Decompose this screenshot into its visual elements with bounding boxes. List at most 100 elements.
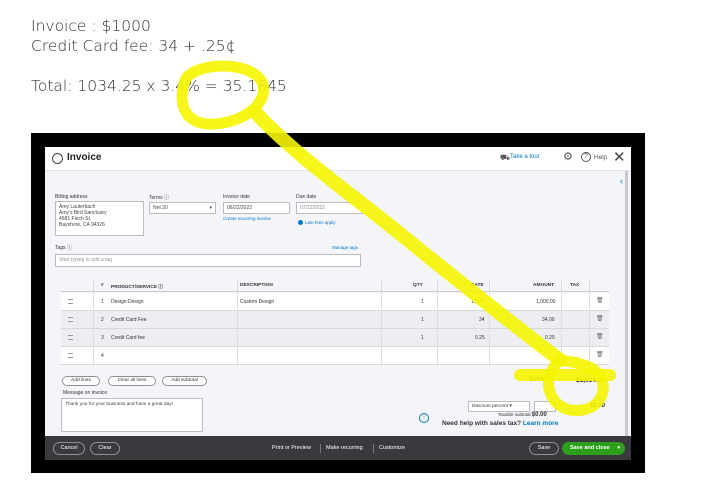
terms-select[interactable]: Net 30 ▾ <box>149 202 216 214</box>
add-lines-button[interactable]: Add lines <box>62 376 100 386</box>
notes-text: Invoice : $1000 Credit Card fee: 34 + .2… <box>31 16 287 96</box>
note-total: Total: 1034.25 x 3.4% = 35.1645 <box>31 77 287 95</box>
column-divider <box>93 280 94 367</box>
tour-icon: ⛟ <box>500 153 511 162</box>
column-divider <box>437 280 438 367</box>
trash-icon[interactable]: 🗑 <box>596 333 604 340</box>
terms-label: Terms ⓘ <box>149 195 170 201</box>
help-link[interactable]: Help <box>594 154 607 161</box>
invoice-window: Invoice ⛟ Take a tour ⚙ ? Help ✕ ‹ Billi… <box>45 147 631 460</box>
line-items-table: # PRODUCT/SERVICE ⓘ DESCRIPTION QTY RATE… <box>61 280 609 367</box>
chevron-down-icon: ▾ <box>209 205 212 211</box>
col-tax: TAX <box>570 283 580 288</box>
history-icon[interactable] <box>52 153 63 164</box>
make-recurring-button[interactable]: Make recurring <box>326 445 363 451</box>
trash-icon[interactable]: 🗑 <box>596 315 604 322</box>
title-bar: Invoice ⛟ Take a tour ⚙ ? Help ✕ <box>45 147 631 171</box>
row-qty[interactable]: 1 <box>421 299 424 305</box>
close-icon[interactable]: ✕ <box>613 148 626 166</box>
table-row[interactable]: 2 Credit Card Fee 1 34 34.00 🗑 <box>61 311 609 329</box>
col-rate: RATE <box>471 283 484 288</box>
clear-all-lines-button[interactable]: Clear all lines <box>108 376 156 386</box>
note-credit-card-fee: Credit Card fee: 34 + .25¢ <box>31 37 236 55</box>
footer-divider <box>320 444 321 453</box>
customize-button[interactable]: Customize <box>379 445 405 451</box>
row-rate[interactable]: 1,000 <box>471 299 484 305</box>
screenshot-frame: Invoice ⛟ Take a tour ⚙ ? Help ✕ ‹ Billi… <box>31 133 645 473</box>
billing-line: Bayshore, CA 94326 <box>59 222 105 228</box>
manage-tags-link[interactable]: Manage tags <box>332 245 358 250</box>
due-date-label: Due date <box>296 194 317 200</box>
taxable-subtotal: Taxable subtotal $0.00 <box>498 412 547 418</box>
discount-value: $0.00 <box>590 403 606 409</box>
table-header: # PRODUCT/SERVICE ⓘ DESCRIPTION QTY RATE… <box>61 280 609 292</box>
chevron-left-icon[interactable]: ‹ <box>620 176 623 186</box>
discount-select[interactable]: Discount percent ▾ <box>468 401 530 412</box>
trash-icon[interactable]: 🗑 <box>596 351 604 358</box>
late-fees-link[interactable]: Late fees apply <box>298 220 336 226</box>
discount-input[interactable] <box>534 401 556 412</box>
learn-more-link[interactable]: Learn more <box>523 420 558 427</box>
note-invoice: Invoice : $1000 <box>31 17 151 35</box>
row-product[interactable]: Credit Card Fee <box>111 317 147 323</box>
row-qty[interactable]: 1 <box>421 317 424 323</box>
row-rate[interactable]: 0.25 <box>475 335 485 341</box>
row-rate[interactable]: 34 <box>479 317 485 323</box>
billing-address-label: Billing address <box>55 194 88 200</box>
column-divider <box>589 280 590 367</box>
due-date-field[interactable]: 07/22/2022 <box>296 202 363 214</box>
table-row[interactable]: 4 🗑 <box>61 347 609 365</box>
drag-handle-icon[interactable] <box>68 299 73 304</box>
col-description: DESCRIPTION <box>240 283 273 288</box>
column-divider <box>237 280 238 367</box>
subtotal-value: $1,034.25 <box>576 377 605 384</box>
row-description[interactable]: Custom Design <box>240 299 274 305</box>
col-product: PRODUCT/SERVICE ⓘ <box>111 285 164 290</box>
col-qty: QTY <box>413 283 423 288</box>
save-and-close-button[interactable]: Save and close ▾ <box>562 442 625 455</box>
row-number: 4 <box>101 353 104 359</box>
billing-address-field[interactable]: Amy Lauterbach Amy's Bird Sanctuary 4581… <box>55 201 144 236</box>
footer-bar: Cancel Clear Print or Preview Make recur… <box>45 436 631 460</box>
row-amount[interactable]: 34.00 <box>542 317 555 323</box>
column-divider <box>381 280 382 367</box>
sales-tax-icon: ↕ <box>419 413 429 423</box>
drag-handle-icon[interactable] <box>68 335 73 340</box>
scrollbar[interactable] <box>625 171 628 436</box>
row-product[interactable]: Credit Card fee <box>111 335 145 341</box>
print-preview-button[interactable]: Print or Preview <box>272 445 311 451</box>
col-number: # <box>101 283 104 288</box>
tags-label: Tags ⓘ <box>55 245 72 251</box>
invoice-date-label: Invoice date <box>223 194 250 200</box>
table-row[interactable]: 1 Design:Design Custom Design 1 1,000 1,… <box>61 293 609 311</box>
row-amount[interactable]: 0.25 <box>545 335 555 341</box>
column-divider <box>561 280 562 367</box>
clear-button[interactable]: Clear <box>90 442 120 455</box>
sales-tax-help: Need help with sales tax? Learn more <box>442 420 559 427</box>
row-number: 3 <box>101 335 104 341</box>
subtotal-label: Subtotal <box>529 377 553 383</box>
drag-handle-icon[interactable] <box>68 353 73 358</box>
save-button[interactable]: Save <box>529 442 559 455</box>
trash-icon[interactable]: 🗑 <box>596 297 604 304</box>
info-icon <box>298 220 303 226</box>
create-recurring-link[interactable]: Create recurring invoice <box>223 216 271 221</box>
window-title: Invoice <box>67 152 102 163</box>
add-subtotal-button[interactable]: Add subtotal <box>162 376 207 386</box>
row-number: 2 <box>101 317 104 323</box>
row-product[interactable]: Design:Design <box>111 299 144 305</box>
chevron-down-icon[interactable]: ▾ <box>617 442 620 455</box>
invoice-date-field[interactable]: 06/22/2022 <box>223 202 290 214</box>
footer-divider <box>373 444 374 453</box>
row-amount[interactable]: 1,000.00 <box>536 299 555 305</box>
table-row[interactable]: 3 Credit Card fee 1 0.25 0.25 🗑 <box>61 329 609 347</box>
gear-icon[interactable]: ⚙ <box>563 150 573 163</box>
row-number: 1 <box>101 299 104 305</box>
drag-handle-icon[interactable] <box>68 317 73 322</box>
message-field[interactable]: Thank you for your business and have a g… <box>61 398 203 432</box>
row-qty[interactable]: 1 <box>421 335 424 341</box>
take-tour-link[interactable]: Take a tour <box>510 154 540 160</box>
cancel-button[interactable]: Cancel <box>53 442 85 455</box>
help-icon[interactable]: ? <box>581 152 591 162</box>
tags-input[interactable]: Start typing to add a tag <box>55 254 361 267</box>
